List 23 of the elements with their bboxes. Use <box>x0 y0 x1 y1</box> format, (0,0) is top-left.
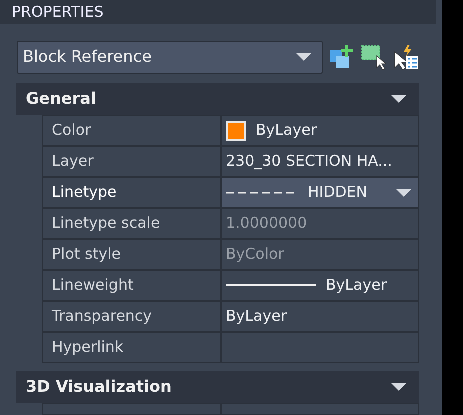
property-name[interactable]: Layer <box>43 147 220 176</box>
property-name[interactable]: Linetype <box>43 178 220 207</box>
property-name[interactable]: Color <box>43 116 220 145</box>
add-selection-icon[interactable] <box>329 44 355 70</box>
object-type-dropdown[interactable]: Block Reference <box>17 40 323 74</box>
property-value-cell: 1.0000000 <box>222 209 418 238</box>
property-name[interactable]: Transparency <box>43 302 220 331</box>
property-name[interactable]: Hyperlink <box>43 333 220 362</box>
property-value-cell: 230_30 SECTION HA... <box>222 147 418 176</box>
property-value-cell: ByColor <box>222 240 418 269</box>
linetype-dropdown[interactable]: HIDDEN <box>222 178 418 207</box>
caret-icon <box>296 53 312 61</box>
select-objects-icon[interactable] <box>361 44 387 70</box>
section-header[interactable]: General <box>16 83 419 115</box>
quick-select-icon[interactable] <box>393 44 419 70</box>
line-weight-icon <box>226 284 316 287</box>
property-value: ByLayer <box>256 120 317 142</box>
panel-title: PROPERTIES <box>0 0 436 24</box>
caret-icon <box>396 188 412 196</box>
property-value: ByLayer <box>326 275 387 296</box>
property-value-cell: ByLayer <box>222 302 418 331</box>
property-name[interactable]: Lineweight <box>43 271 220 300</box>
section-header[interactable]: 3D Visualization <box>16 371 419 403</box>
